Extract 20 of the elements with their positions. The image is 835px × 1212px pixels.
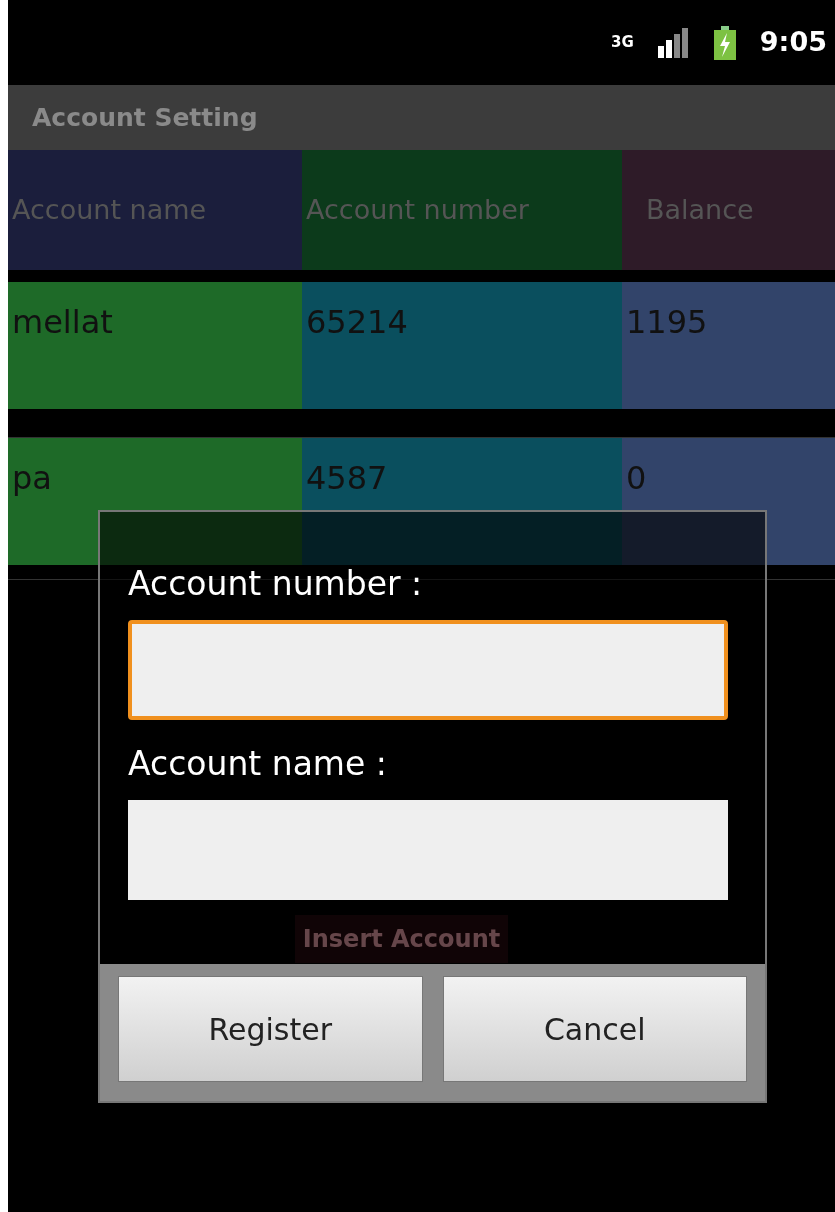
dialog-button[interactable]: Cancel xyxy=(442,976,747,1082)
table-cell: pa xyxy=(8,438,302,565)
table-cell: 4587 xyxy=(302,438,622,565)
table-cell: mellat xyxy=(8,282,302,409)
network-type: 3G xyxy=(611,35,634,50)
app-title: Account Setting xyxy=(32,101,258,134)
table-cell: 1195 xyxy=(622,282,835,409)
column-header: Account number xyxy=(302,150,622,270)
signal-icon xyxy=(657,27,690,58)
input-field[interactable] xyxy=(128,620,728,720)
table-cell: 0 xyxy=(622,438,835,565)
clock: 9:05 xyxy=(759,25,827,60)
battery-charging-icon xyxy=(713,25,736,60)
field-label: Account name : xyxy=(128,743,388,785)
dialog-button[interactable]: Register xyxy=(118,976,423,1082)
input-field[interactable] xyxy=(128,800,728,900)
column-header: Balance xyxy=(622,150,835,270)
field-label: Account number : xyxy=(128,563,424,605)
table-cell: 65214 xyxy=(302,282,622,409)
column-header: Account name xyxy=(8,150,302,270)
